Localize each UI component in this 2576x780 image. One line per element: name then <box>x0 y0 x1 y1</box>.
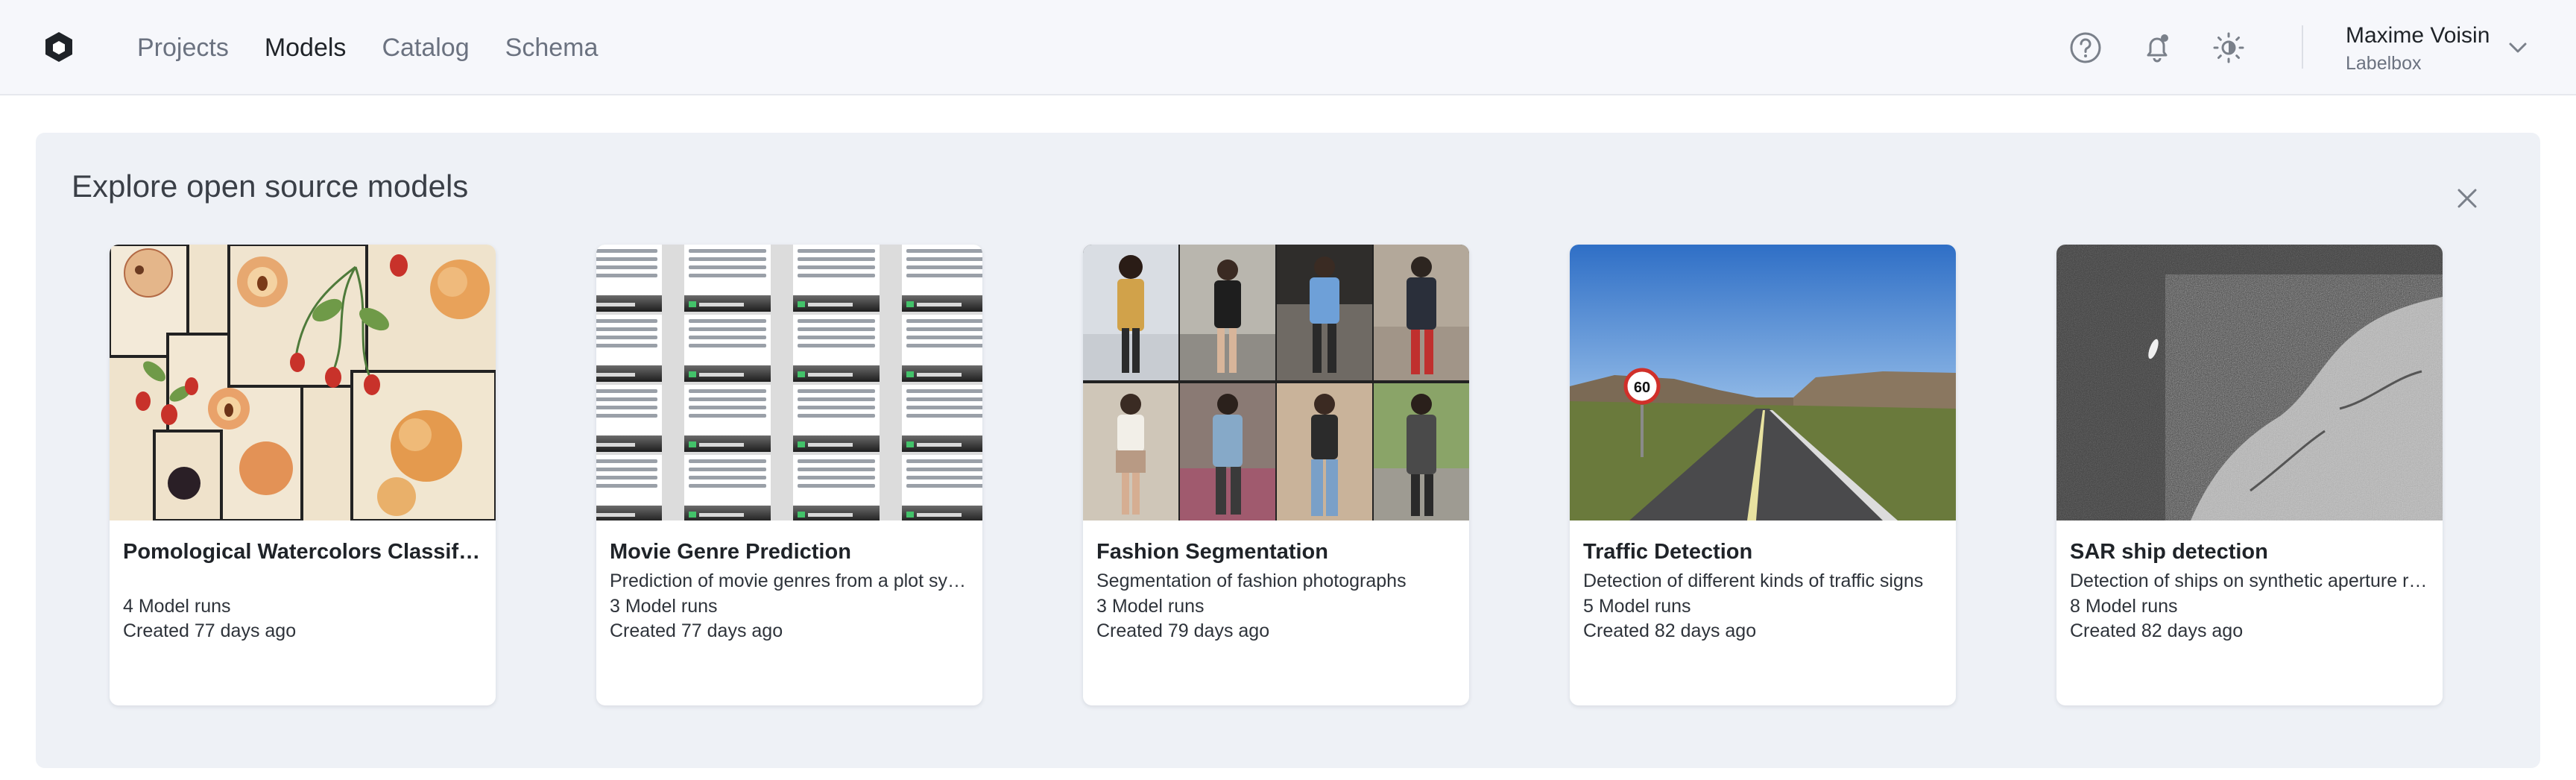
model-card-fashion-segmentation[interactable]: Fashion Segmentation Segmentation of fas… <box>1083 245 1469 705</box>
header-divider <box>2302 25 2303 69</box>
notification-bell-icon[interactable] <box>2138 28 2176 67</box>
close-icon[interactable] <box>2452 183 2482 213</box>
card-thumbnail-fashion-photos <box>1083 245 1469 520</box>
card-title: Movie Genre Prediction <box>610 540 851 564</box>
sar-satellite-image <box>2056 245 2443 520</box>
card-model-runs: 8 Model runs <box>2070 596 2178 617</box>
theme-toggle-icon[interactable] <box>2209 28 2248 67</box>
card-model-runs: 3 Model runs <box>610 596 718 617</box>
watercolor-fruit-image <box>110 245 496 520</box>
nav-schema[interactable]: Schema <box>505 30 599 66</box>
card-model-runs: 5 Model runs <box>1583 596 1691 617</box>
card-thumbnail-watercolors <box>110 245 496 520</box>
model-card-sar-ship-detection[interactable]: SAR ship detection Detection of ships on… <box>2056 245 2443 705</box>
main-nav: Projects Models Catalog Schema <box>137 30 598 66</box>
card-title: Traffic Detection <box>1583 540 1753 564</box>
card-title: SAR ship detection <box>2070 540 2268 564</box>
card-thumbnail-sar <box>2056 245 2443 520</box>
chevron-down-icon[interactable] <box>2504 34 2531 61</box>
fashion-photo-grid-image <box>1083 245 1469 520</box>
card-description <box>123 568 485 594</box>
card-thumbnail-text-grid <box>596 245 982 520</box>
model-card-traffic-detection[interactable]: 60 Traffic Detection Detection of differ… <box>1570 245 1956 705</box>
card-created-date: Created 82 days ago <box>1583 620 1757 641</box>
text-snippet-grid <box>596 245 982 520</box>
panel-title: Explore open source models <box>72 169 469 204</box>
user-organization: Labelbox <box>2346 53 2422 74</box>
card-model-runs: 3 Model runs <box>1096 596 1205 617</box>
card-title: Pomological Watercolors Classificat... <box>123 540 485 564</box>
top-navigation-bar: Projects Models Catalog Schema Maxime Vo… <box>0 0 2576 95</box>
card-description: Detection of different kinds of traffic … <box>1583 570 1924 591</box>
help-circle-icon[interactable] <box>2066 28 2105 67</box>
explore-models-panel: Explore open source models Pomological W… <box>36 133 2540 768</box>
card-description: Segmentation of fashion photographs <box>1096 570 1407 591</box>
nav-projects[interactable]: Projects <box>137 30 229 66</box>
card-description: Detection of ships on synthetic aperture… <box>2070 570 2432 591</box>
card-thumbnail-road: 60 <box>1570 245 1956 520</box>
card-created-date: Created 77 days ago <box>610 620 783 641</box>
card-title: Fashion Segmentation <box>1096 540 1328 564</box>
card-created-date: Created 82 days ago <box>2070 620 2244 641</box>
card-description: Prediction of movie genres from a plot s… <box>610 570 972 591</box>
model-card-movie-genre[interactable]: Movie Genre Prediction Prediction of mov… <box>596 245 982 705</box>
card-created-date: Created 77 days ago <box>123 620 297 641</box>
road-photo-image: 60 <box>1570 245 1956 520</box>
svg-text:60: 60 <box>1634 380 1650 396</box>
nav-models[interactable]: Models <box>265 30 347 66</box>
user-name: Maxime Voisin <box>2346 23 2490 48</box>
user-menu[interactable]: Maxime Voisin Labelbox <box>2346 21 2490 76</box>
card-model-runs: 4 Model runs <box>123 596 231 617</box>
nav-catalog[interactable]: Catalog <box>382 30 469 66</box>
labelbox-logo-icon[interactable] <box>42 30 76 64</box>
card-created-date: Created 79 days ago <box>1096 620 1270 641</box>
model-card-pomological[interactable]: Pomological Watercolors Classificat... 4… <box>110 245 496 705</box>
